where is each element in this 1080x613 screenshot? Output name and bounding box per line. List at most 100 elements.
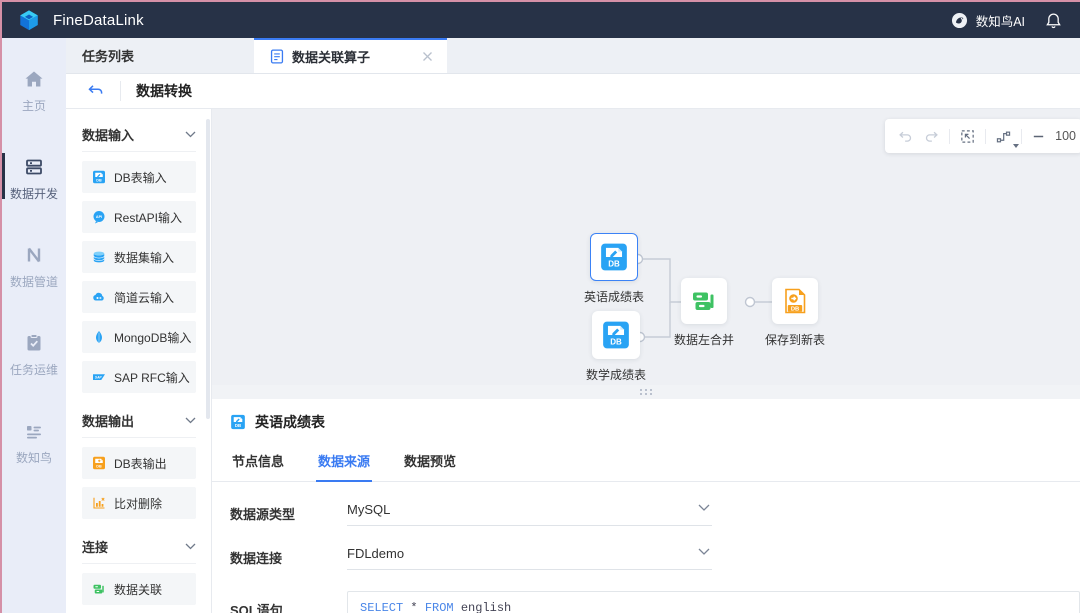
tab-task-list[interactable]: 任务列表 xyxy=(66,38,150,73)
app-logo-icon xyxy=(18,9,40,31)
sidebar-item-task-ops[interactable]: 任务运维 xyxy=(2,332,66,378)
panel-resize-handle[interactable] xyxy=(212,385,1080,399)
node-box[interactable] xyxy=(592,311,640,359)
palette-item-db-input[interactable]: DB表输入 xyxy=(82,161,196,193)
divider xyxy=(82,151,196,152)
palette-item-db-output[interactable]: DB表输出 xyxy=(82,447,196,479)
sidebar-item-bird[interactable]: 数知鸟 xyxy=(2,420,66,466)
editor-header: 数据转换 xyxy=(66,74,1080,109)
fit-view-icon[interactable] xyxy=(959,128,976,145)
close-icon[interactable] xyxy=(422,51,433,62)
sidebar-item-label: 数知鸟 xyxy=(16,449,52,466)
config-panel-header: 英语成绩表 xyxy=(230,399,1080,432)
assistant-label: 数知鸟AI xyxy=(976,11,1025,30)
divider xyxy=(82,563,196,564)
flow-canvas[interactable]: 英语成绩表 数学成绩表 数据左合并 xyxy=(212,109,1080,385)
flow-node-save-new-table[interactable]: 保存到新表 xyxy=(755,278,835,348)
back-button[interactable] xyxy=(87,84,104,99)
node-box[interactable] xyxy=(681,278,727,324)
zoom-out-icon[interactable] xyxy=(1031,129,1046,144)
redo-icon[interactable] xyxy=(923,128,940,145)
palette-item-mongodb-input[interactable]: MongoDB输入 xyxy=(82,321,196,353)
topbar-right: 数知鸟AI xyxy=(950,11,1062,30)
sql-editor[interactable]: SELECT * FROM english xyxy=(347,591,1080,613)
form-row-data-connection: 数据连接 FDLdemo xyxy=(230,545,1080,570)
zoom-level: 100 xyxy=(1055,129,1078,143)
page-title: 数据转换 xyxy=(136,81,192,101)
tab-label: 任务列表 xyxy=(82,46,134,65)
flow-node-math-scores[interactable]: 数学成绩表 xyxy=(576,311,656,383)
palette-item-sap-rfc-input[interactable]: SAP RFC输入 xyxy=(82,361,196,393)
jiandaoyun-input-icon xyxy=(92,290,106,304)
node-box[interactable] xyxy=(772,278,818,324)
section-data-input[interactable]: 数据输入 xyxy=(66,115,211,151)
compare-delete-icon xyxy=(92,496,106,510)
section-data-output[interactable]: 数据输出 xyxy=(66,401,211,437)
section-title: 连接 xyxy=(82,537,108,556)
db-table-input-icon xyxy=(599,242,629,272)
data-join-icon xyxy=(690,287,718,315)
palette-item-data-join[interactable]: 数据关联 xyxy=(82,573,196,605)
notifications-bell-icon[interactable] xyxy=(1045,12,1062,29)
palette-scrollbar[interactable] xyxy=(206,119,210,419)
node-label: 保存到新表 xyxy=(765,331,825,348)
sql-text: english xyxy=(454,601,512,613)
section-title: 数据输出 xyxy=(82,411,134,430)
palette-item-label: 数据关联 xyxy=(114,581,162,598)
palette-item-compare-delete[interactable]: 比对删除 xyxy=(82,487,196,519)
palette-item-label: 简道云输入 xyxy=(114,289,174,306)
drag-handle-dots-icon xyxy=(640,389,652,395)
palette-item-restapi-input[interactable]: RestAPI输入 xyxy=(82,201,196,233)
tab-data-join-operator[interactable]: 数据关联算子 xyxy=(254,38,447,73)
connector-style-icon[interactable] xyxy=(995,128,1012,145)
sql-keyword: FROM xyxy=(425,601,454,613)
task-ops-icon xyxy=(23,332,45,354)
sidebar-item-label: 数据管道 xyxy=(10,273,58,290)
data-connection-select[interactable]: FDLdemo xyxy=(347,545,712,570)
db-table-input-icon xyxy=(230,414,246,430)
form-row-sql: SQL语句 SELECT * FROM english xyxy=(230,591,1080,613)
divider xyxy=(120,81,121,101)
palette-item-label: 比对删除 xyxy=(114,495,162,512)
assistant-button[interactable]: 数知鸟AI xyxy=(950,11,1025,30)
palette-item-label: SAP RFC输入 xyxy=(114,369,190,386)
palette-item-label: MongoDB输入 xyxy=(114,329,191,346)
select-value: MySQL xyxy=(347,502,390,517)
chevron-down-icon xyxy=(698,548,710,556)
bird-avatar-icon xyxy=(950,11,969,30)
tab-data-source[interactable]: 数据来源 xyxy=(316,444,372,481)
bird-list-icon xyxy=(23,420,45,442)
node-box[interactable] xyxy=(590,233,638,281)
flow-node-left-join[interactable]: 数据左合并 xyxy=(664,278,744,348)
palette-item-dataset-input[interactable]: 数据集输入 xyxy=(82,241,196,273)
sidebar-item-data-dev[interactable]: 数据开发 xyxy=(2,156,66,202)
db-table-input-icon xyxy=(601,320,631,350)
flow-node-english-scores[interactable]: 英语成绩表 xyxy=(574,233,654,305)
undo-icon[interactable] xyxy=(897,128,914,145)
palette-item-jiandaoyun-input[interactable]: 简道云输入 xyxy=(82,281,196,313)
palette-item-label: DB表输入 xyxy=(114,169,167,186)
palette-item-label: 数据集输入 xyxy=(114,249,174,266)
chevron-down-icon xyxy=(698,504,710,512)
config-tabs: 节点信息 数据来源 数据预览 xyxy=(212,444,1080,482)
caret-down-icon xyxy=(1013,144,1019,148)
sidebar-item-pipeline[interactable]: 数据管道 xyxy=(2,244,66,290)
db-table-output-icon xyxy=(92,456,106,470)
chevron-down-icon xyxy=(185,131,196,138)
node-label: 数学成绩表 xyxy=(586,366,646,383)
mongodb-input-icon xyxy=(92,330,106,344)
tab-data-preview[interactable]: 数据预览 xyxy=(402,444,458,481)
datasource-type-select[interactable]: MySQL xyxy=(347,501,712,526)
sidebar-item-label: 任务运维 xyxy=(10,361,58,378)
select-value: FDLdemo xyxy=(347,546,404,561)
pipeline-icon xyxy=(23,244,45,266)
home-icon xyxy=(23,68,45,90)
sidebar-item-home[interactable]: 主页 xyxy=(2,68,66,114)
section-title: 数据输入 xyxy=(82,125,134,144)
section-connect[interactable]: 连接 xyxy=(66,527,211,563)
finedatalink-app: FineDataLink 数知鸟AI 主页 xyxy=(0,0,1080,613)
top-bar: FineDataLink 数知鸟AI xyxy=(2,2,1080,38)
tab-node-info[interactable]: 节点信息 xyxy=(230,444,286,481)
document-tab-icon xyxy=(270,49,284,64)
field-label: 数据连接 xyxy=(230,548,347,567)
